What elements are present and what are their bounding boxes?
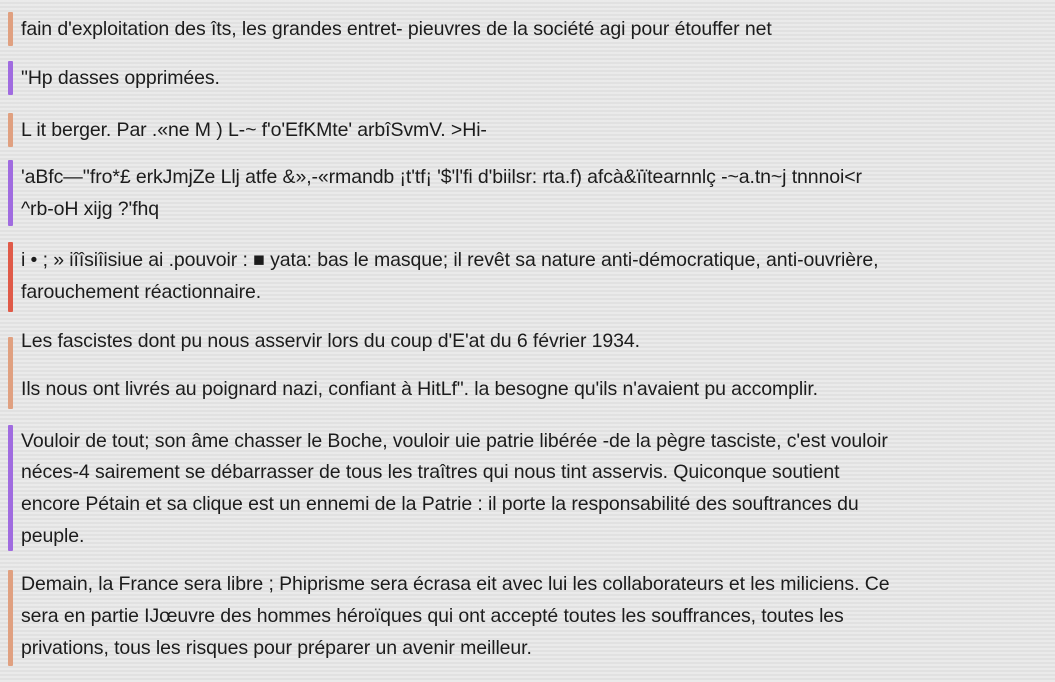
text-line: L it berger. Par .«ne M ) L-~ f'o'EfKMte… (21, 119, 487, 141)
text-line: farouchement réactionnaire. (21, 281, 262, 303)
paragraph-3: L it berger. Par .«ne M ) L-~ f'o'EfKMte… (0, 113, 1045, 147)
margin-bar (8, 570, 13, 666)
paragraph-1: fain d'exploitation des îts, les grandes… (0, 12, 1045, 46)
margin-bar (8, 337, 13, 409)
text-line: Demain, la France sera libre ; Phiprisme… (21, 573, 890, 595)
text-line: Les fascistes dont pu nous asservir lors… (21, 330, 640, 352)
paragraph-7: Vouloir de tout; son âme chasser le Boch… (0, 425, 1045, 551)
text-line: fain d'exploitation des îts, les grandes… (21, 18, 772, 40)
paragraph-8: Demain, la France sera libre ; Phiprisme… (0, 570, 1045, 666)
paragraph-6: Les fascistes dont pu nous asservir lors… (0, 325, 1045, 409)
margin-bar (8, 12, 13, 46)
text-line: "Hp dasses opprimées. (21, 67, 220, 89)
margin-bar (8, 113, 13, 147)
text-line: néces-4 sairement se débarrasser de tous… (21, 461, 840, 483)
text-line: 'aBfc—''fro*£ erkJmjZe Llj atfe &»,-«rma… (21, 166, 862, 188)
paragraph-4: 'aBfc—''fro*£ erkJmjZe Llj atfe &»,-«rma… (0, 160, 1045, 226)
margin-bar (8, 242, 13, 312)
text-line: i • ; » iîîsiîisiue ai .pouvoir : ■ yata… (21, 249, 879, 271)
paragraph-5: i • ; » iîîsiîisiue ai .pouvoir : ■ yata… (0, 242, 1045, 312)
text-line: Vouloir de tout; son âme chasser le Boch… (21, 430, 888, 452)
paragraph-2: "Hp dasses opprimées. (0, 61, 1045, 95)
margin-bar (8, 425, 13, 551)
text-line: Ils nous ont livrés au poignard nazi, co… (21, 378, 818, 400)
margin-bar (8, 160, 13, 226)
text-line: ^rb-oH xijg ?'fhq (21, 198, 159, 220)
document-page: fain d'exploitation des îts, les grandes… (0, 0, 1055, 682)
text-line: encore Pétain et sa clique est un ennemi… (21, 493, 859, 515)
text-line: peuple. (21, 525, 85, 547)
margin-bar (8, 61, 13, 95)
text-line: sera en partie IJœuvre des hommes héroïq… (21, 605, 844, 627)
text-line: privations, tous les risques pour prépar… (21, 637, 532, 659)
